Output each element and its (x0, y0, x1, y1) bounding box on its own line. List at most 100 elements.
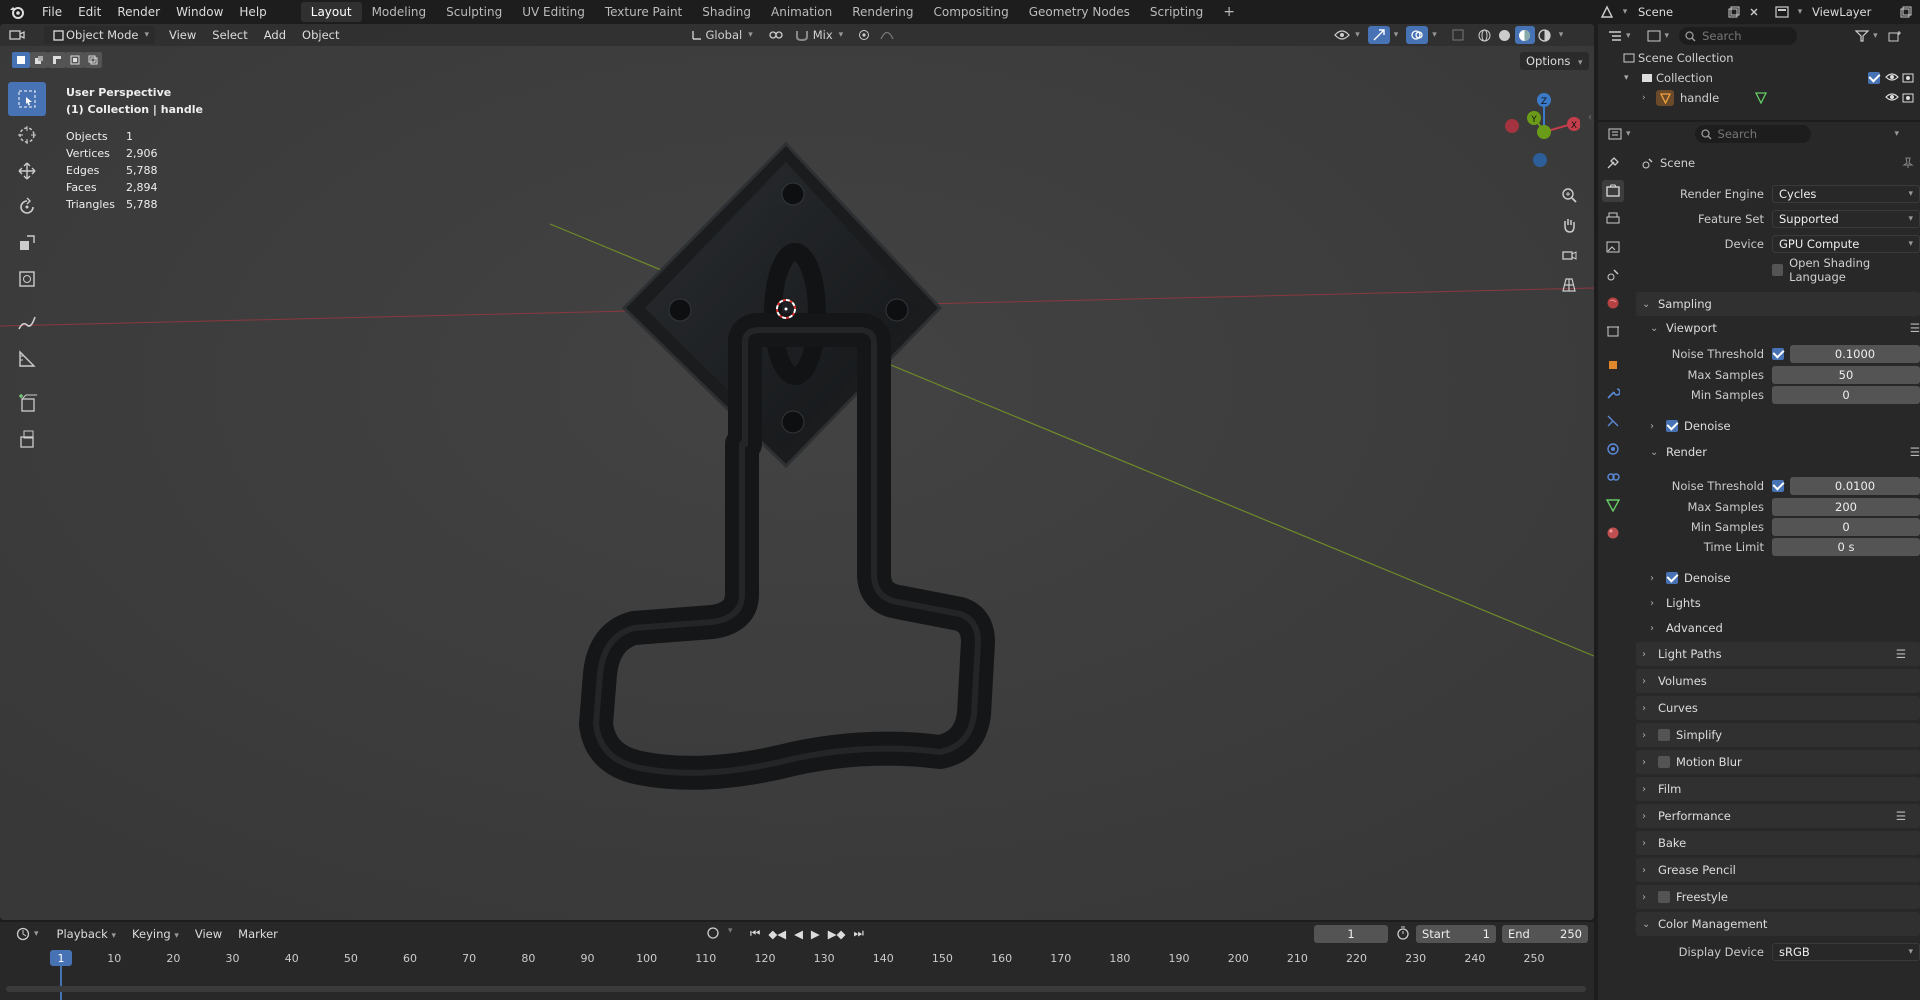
collection-row[interactable]: ▾ Collection (1598, 68, 1920, 88)
mode-selector[interactable]: Object Mode ▾ (44, 26, 155, 44)
menu-file[interactable]: File (34, 5, 70, 19)
new-view-layer-icon[interactable] (1896, 6, 1916, 18)
camera-view-icon[interactable] (1558, 244, 1580, 266)
select-new-icon[interactable] (12, 52, 30, 68)
film-panel[interactable]: › Film (1636, 777, 1920, 801)
freestyle-panel[interactable]: › Freestyle (1636, 885, 1920, 909)
tab-constraints[interactable] (1602, 466, 1624, 488)
navigation-gizmo[interactable]: Z X Y (1500, 82, 1581, 172)
zoom-icon[interactable] (1558, 184, 1580, 206)
menu-view[interactable]: View (161, 28, 204, 42)
list-icon[interactable]: ☰ (1910, 321, 1920, 335)
light-paths-panel[interactable]: › Light Paths ☰ (1636, 642, 1920, 666)
properties-editor-icon[interactable] (1604, 128, 1626, 140)
scene-collection-row[interactable]: Scene Collection (1598, 48, 1920, 68)
editor-type-icon[interactable] (0, 28, 34, 42)
outliner-search[interactable]: Search (1679, 27, 1798, 45)
osl-checkbox[interactable] (1772, 264, 1784, 276)
r-noise-checkbox[interactable] (1772, 480, 1784, 492)
list-icon[interactable]: ☰ (1896, 809, 1906, 823)
perspective-toggle-icon[interactable] (1558, 274, 1580, 296)
tab-view-layer[interactable] (1602, 236, 1624, 258)
camera-icon[interactable] (1902, 71, 1914, 83)
tab-world[interactable] (1602, 292, 1624, 314)
timeline-scrollbar[interactable] (6, 986, 1586, 992)
tool-extrude[interactable] (8, 422, 46, 456)
display-device-dropdown[interactable]: sRGB ▾ (1772, 943, 1920, 961)
chevron-down-icon[interactable]: ▾ (1432, 30, 1437, 40)
r-noise-field[interactable]: 0.0100 (1790, 477, 1920, 495)
tab-sculpting[interactable]: Sculpting (436, 2, 512, 22)
tab-data[interactable] (1602, 494, 1624, 516)
tool-add-cube[interactable] (8, 386, 46, 420)
sidebar-toggle-icon[interactable]: ‹ (1588, 112, 1592, 123)
tab-physics[interactable] (1602, 438, 1624, 460)
tab-object[interactable] (1602, 354, 1624, 376)
vp-denoise-checkbox[interactable] (1666, 420, 1678, 432)
render-engine-dropdown[interactable]: Cycles ▾ (1772, 185, 1920, 203)
outliner-editor-icon[interactable] (1604, 30, 1626, 42)
overlays-icon[interactable] (1406, 26, 1429, 44)
select-invert-icon[interactable] (66, 52, 84, 68)
viewport-subpanel-header[interactable]: ⌄ Viewport ☰ (1650, 318, 1920, 338)
tab-tool[interactable] (1602, 152, 1624, 174)
chevron-down-icon[interactable]: ▾ (1626, 31, 1631, 41)
view-layer-name[interactable]: ViewLayer (1806, 5, 1896, 19)
simplify-checkbox[interactable] (1658, 729, 1670, 741)
freestyle-checkbox[interactable] (1658, 891, 1670, 903)
scene-name[interactable]: Scene (1632, 5, 1724, 19)
tab-geometry-nodes[interactable]: Geometry Nodes (1019, 2, 1140, 22)
device-dropdown[interactable]: GPU Compute ▾ (1772, 235, 1920, 253)
render-subpanel-header[interactable]: ⌄ Render ☰ (1650, 442, 1920, 462)
tab-modeling[interactable]: Modeling (362, 2, 437, 22)
tab-collection[interactable] (1602, 320, 1624, 342)
r-max-field[interactable]: 200 (1772, 498, 1920, 516)
menu-object[interactable]: Object (294, 28, 347, 42)
chevron-down-icon[interactable]: ▾ (1895, 129, 1900, 139)
new-scene-icon[interactable] (1724, 6, 1744, 18)
scene-icon[interactable] (1596, 5, 1618, 19)
object-row-handle[interactable]: › handle (1598, 88, 1920, 108)
vp-noise-checkbox[interactable] (1772, 348, 1784, 360)
menu-window[interactable]: Window (168, 5, 231, 19)
color-management-panel[interactable]: ⌄ Color Management (1636, 912, 1920, 936)
eye-icon[interactable] (1885, 91, 1899, 103)
rendered-shading-icon[interactable] (1535, 28, 1555, 42)
feature-set-dropdown[interactable]: Supported ▾ (1772, 210, 1920, 228)
tab-uv-editing[interactable]: UV Editing (512, 2, 595, 22)
list-icon[interactable]: ☰ (1896, 647, 1906, 661)
menu-add[interactable]: Add (256, 28, 294, 42)
display-mode-icon[interactable] (1643, 30, 1665, 42)
vp-noise-field[interactable]: 0.1000 (1790, 345, 1920, 363)
curves-panel[interactable]: › Curves (1636, 696, 1920, 720)
mesh-data-icon[interactable] (1755, 92, 1768, 104)
chevron-down-icon[interactable]: ▾ (1794, 7, 1806, 17)
select-intersect-icon[interactable] (84, 52, 102, 68)
view-layer-icon[interactable] (1770, 6, 1794, 18)
tab-modifiers[interactable] (1602, 382, 1624, 404)
add-workspace-icon[interactable]: + (1213, 1, 1245, 23)
lights-subpanel-header[interactable]: › Lights (1650, 593, 1701, 613)
blender-logo-icon[interactable] (0, 5, 34, 19)
visibility-icon[interactable] (1329, 29, 1355, 41)
tab-render[interactable] (1602, 180, 1624, 202)
select-subtract-icon[interactable] (48, 52, 66, 68)
tool-transform[interactable] (8, 262, 46, 296)
r-min-field[interactable]: 0 (1772, 518, 1920, 536)
xray-icon[interactable] (1447, 29, 1469, 41)
performance-panel[interactable]: › Performance ☰ (1636, 804, 1920, 828)
collection-exclude-checkbox[interactable] (1868, 72, 1880, 84)
solid-shading-icon[interactable] (1495, 29, 1515, 42)
tab-output[interactable] (1602, 208, 1624, 230)
chevron-down-icon[interactable]: ▾ (1665, 31, 1670, 41)
simplify-panel[interactable]: › Simplify (1636, 723, 1920, 747)
tab-scripting[interactable]: Scripting (1140, 2, 1213, 22)
bake-panel[interactable]: › Bake (1636, 831, 1920, 855)
tool-scale[interactable] (8, 226, 46, 260)
tab-layout[interactable]: Layout (300, 2, 362, 22)
snap-icon[interactable] (791, 29, 813, 41)
material-shading-icon[interactable] (1514, 26, 1535, 44)
delete-scene-icon[interactable] (1744, 7, 1764, 17)
tab-animation[interactable]: Animation (761, 2, 842, 22)
tool-measure[interactable] (8, 342, 46, 376)
